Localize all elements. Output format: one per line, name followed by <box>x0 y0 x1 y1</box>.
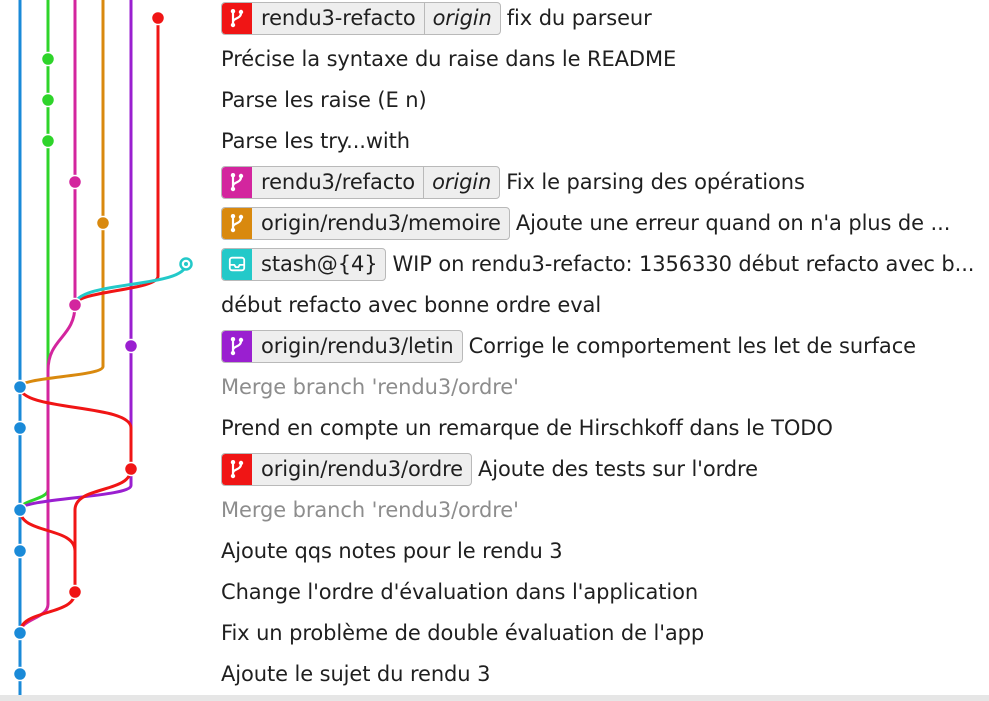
ref-name: rendu3/refacto <box>261 170 416 194</box>
commit-node[interactable] <box>123 461 139 477</box>
branch-line-red-ordre-mid <box>73 467 133 594</box>
branch-icon <box>222 453 252 485</box>
commit-message: Parse les raise (E n) <box>221 88 427 112</box>
commit-message: fix du parseur <box>506 6 652 30</box>
commit-node[interactable] <box>67 584 83 600</box>
commit-row[interactable]: rendu3-refacto origin fix du parseur <box>221 0 652 39</box>
ref-name: rendu3-refacto <box>261 6 416 30</box>
ref-name: stash@{4} <box>261 252 378 276</box>
commit-node[interactable] <box>12 666 28 682</box>
commit-node[interactable] <box>12 502 28 518</box>
commit-node[interactable] <box>12 379 28 395</box>
branch-icon <box>222 207 252 239</box>
commit-message: Ajoute des tests sur l'ordre <box>477 457 758 481</box>
ref-badge[interactable]: origin/rendu3/ordre <box>221 452 472 486</box>
commit-row[interactable]: rendu3/refacto origin Fix le parsing des o… <box>221 162 805 203</box>
commit-node[interactable] <box>40 92 56 108</box>
inbox-icon <box>222 248 252 280</box>
commit-row[interactable]: Merge branch 'rendu3/ordre' <box>221 490 519 531</box>
commit-message: Ajoute qqs notes pour le rendu 3 <box>221 539 563 563</box>
commit-row[interactable]: Ajoute qqs notes pour le rendu 3 <box>221 531 563 572</box>
commit-row[interactable]: stash@{4} WIP on rendu3-refacto: 1356330 … <box>221 244 974 285</box>
commit-row[interactable]: origin/rendu3/memoire Ajoute une erreur q… <box>221 203 950 244</box>
ref-badge[interactable]: origin/rendu3/memoire <box>221 206 510 240</box>
branch-line-red-ordre <box>18 385 133 471</box>
commit-row[interactable]: origin/rendu3/letin Corrige le comporteme… <box>221 326 916 367</box>
ref-badge[interactable]: rendu3/refacto origin <box>221 165 501 199</box>
commit-message: WIP on rendu3-refacto: 1356330 début ref… <box>392 252 975 276</box>
stash-node-center <box>184 262 188 266</box>
commit-graph <box>12 0 193 701</box>
commit-node[interactable] <box>150 10 166 26</box>
ref-badge[interactable]: rendu3-refacto origin <box>221 1 501 35</box>
commit-node[interactable] <box>12 543 28 559</box>
branch-line-red-top <box>73 16 160 307</box>
commit-node[interactable] <box>67 297 83 313</box>
commit-node[interactable] <box>123 338 139 354</box>
commit-message: Prend en compte un remarque de Hirschkof… <box>221 416 833 440</box>
ref-name: origin/rendu3/letin <box>261 334 454 358</box>
commit-node[interactable] <box>67 174 83 190</box>
commit-message: Change l'ordre d'évaluation dans l'appli… <box>221 580 699 604</box>
commit-row[interactable]: Merge branch 'rendu3/ordre' <box>221 367 519 408</box>
ref-remote: origin <box>423 2 500 34</box>
commit-node[interactable] <box>12 625 28 641</box>
ref-badge[interactable]: stash@{4} <box>221 247 387 281</box>
ref-badge[interactable]: origin/rendu3/letin <box>221 329 463 363</box>
commit-row[interactable]: Change l'ordre d'évaluation dans l'appli… <box>221 572 698 613</box>
ref-name: origin/rendu3/memoire <box>261 211 501 235</box>
commit-message: Merge branch 'rendu3/ordre' <box>221 375 519 399</box>
ref-remote: origin <box>423 166 499 198</box>
commit-message: Fix le parsing des opérations <box>506 170 805 194</box>
branch-line-orange <box>18 0 105 389</box>
commit-row[interactable]: Parse les try...with <box>221 121 410 162</box>
commit-row[interactable]: Prend en compte un remarque de Hirschkof… <box>221 408 833 449</box>
commit-row[interactable]: début refacto avec bonne ordre eval <box>221 285 601 326</box>
commit-row[interactable]: Ajoute le sujet du rendu 3 <box>221 654 490 695</box>
commit-row[interactable]: Fix un problème de double évaluation de … <box>221 613 704 654</box>
commit-node[interactable] <box>40 133 56 149</box>
commit-message: Fix un problème de double évaluation de … <box>221 621 705 645</box>
branch-icon <box>222 2 252 34</box>
branch-icon <box>222 330 252 362</box>
commit-row[interactable]: origin/rendu3/ordre Ajoute des tests sur … <box>221 449 758 490</box>
commit-message: Ajoute le sujet du rendu 3 <box>221 662 491 686</box>
ref-name: origin/rendu3/ordre <box>261 457 463 481</box>
horizontal-scrollbar[interactable] <box>0 695 989 701</box>
commit-node[interactable] <box>40 51 56 67</box>
commit-message: Précise la syntaxe du raise dans le READ… <box>221 47 677 71</box>
commit-node[interactable] <box>95 215 111 231</box>
commit-message: Parse les try...with <box>221 129 411 153</box>
commit-node[interactable] <box>12 420 28 436</box>
commit-row[interactable]: Précise la syntaxe du raise dans le READ… <box>221 39 676 80</box>
commit-message: Ajoute une erreur quand on n'a plus de .… <box>515 211 951 235</box>
commit-message: Merge branch 'rendu3/ordre' <box>221 498 519 522</box>
commit-message: Corrige le comportement les let de surfa… <box>468 334 916 358</box>
commit-row[interactable]: Parse les raise (E n) <box>221 80 427 121</box>
branch-line-magenta-shift <box>46 303 77 373</box>
commit-message: début refacto avec bonne ordre eval <box>221 293 602 317</box>
branch-icon <box>222 166 252 198</box>
